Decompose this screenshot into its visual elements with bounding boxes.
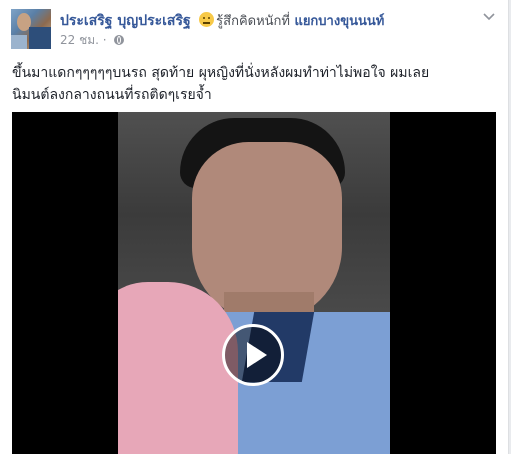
timestamp-link[interactable]: 22 ชม. — [60, 33, 99, 47]
feeling-emoji-icon — [199, 12, 215, 27]
post-meta: 22 ชม. · — [60, 32, 125, 48]
post-text: ขึ้นมาแดกๆๆๆๆๆบนรถ สุดท้าย ผุหญิงที่นั่ง… — [12, 62, 492, 106]
author-name-link[interactable]: ประเสริฐ บุญประเสริฐ — [60, 13, 191, 29]
avatar-detail — [11, 35, 27, 49]
post-text-line: ขึ้นมาแดกๆๆๆๆๆบนรถ สุดท้าย ผุหญิงที่นั่ง… — [12, 65, 430, 81]
meta-separator: · — [102, 33, 107, 47]
post-header: ประเสริฐ บุญประเสริฐ รู้สึกคิดหนักที่ แย… — [60, 11, 480, 31]
play-button[interactable] — [222, 324, 284, 386]
avatar-detail — [29, 27, 51, 49]
video-player[interactable] — [12, 112, 496, 454]
globe-icon[interactable] — [114, 35, 125, 45]
location-link[interactable]: แยกบางขุนนนท์ — [294, 14, 384, 29]
post-text-line: นิมนต์ลงกลางถนนที่รถติดๆเรยจ้ำ — [12, 87, 212, 103]
video-frame-detail — [118, 282, 238, 454]
video-frame — [118, 112, 390, 454]
play-icon — [247, 342, 267, 368]
chevron-down-icon[interactable] — [482, 10, 496, 24]
post-card: ประเสริฐ บุญประเสริฐ รู้สึกคิดหนักที่ แย… — [0, 0, 509, 454]
feeling-text: รู้สึกคิดหนักที่ — [216, 14, 290, 29]
avatar[interactable] — [11, 9, 51, 49]
